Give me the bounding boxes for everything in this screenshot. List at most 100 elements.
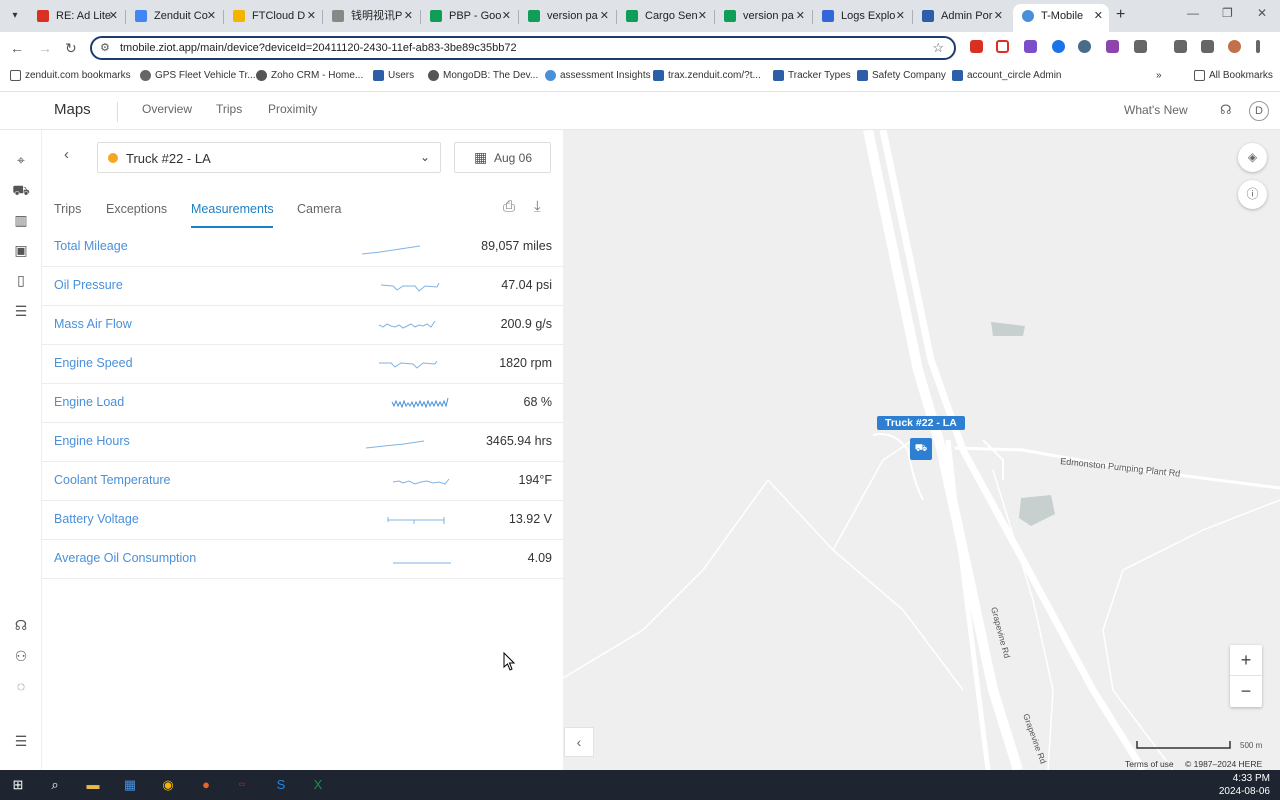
close-tab-icon[interactable]: ✕	[207, 4, 216, 28]
chat-icon[interactable]: ◌	[11, 676, 31, 696]
bookmark[interactable]: account_circle Admin	[952, 70, 1062, 81]
expand-menu-icon[interactable]: ☰	[11, 731, 31, 751]
back-arrow-icon[interactable]: ←	[10, 40, 24, 56]
extension-icon[interactable]	[1024, 40, 1037, 53]
new-tab-icon[interactable]: +	[1116, 6, 1125, 24]
search-icon[interactable]: ⌕	[45, 775, 65, 795]
bookmark[interactable]: Users	[373, 70, 414, 81]
file-explorer-icon[interactable]: ▬	[83, 775, 103, 795]
bookmark[interactable]: Safety Company	[857, 70, 946, 81]
browser-tab[interactable]: Logs Explo ✕	[813, 4, 911, 32]
close-tab-icon[interactable]: ✕	[109, 4, 118, 28]
restore-icon[interactable]: ❐	[1222, 6, 1233, 20]
measurement-name[interactable]: Average Oil Consumption	[54, 551, 196, 565]
download-icon[interactable]	[1201, 40, 1214, 53]
headset-icon[interactable]: ☊	[1220, 102, 1232, 118]
extension-icon[interactable]	[1078, 40, 1091, 53]
nav-proximity[interactable]: Proximity	[268, 102, 317, 116]
site-info-icon[interactable]: ⚙	[100, 41, 110, 54]
measurement-name[interactable]: Total Mileage	[54, 239, 128, 253]
measurement-name[interactable]: Oil Pressure	[54, 278, 123, 292]
nav-overview[interactable]: Overview	[142, 102, 192, 116]
info-icon[interactable]: ⓘ	[1238, 180, 1267, 209]
nav-trips[interactable]: Trips	[216, 102, 242, 116]
profile-avatar-icon[interactable]	[1228, 40, 1241, 53]
tab-measurements[interactable]: Measurements	[191, 202, 274, 216]
tab-camera[interactable]: Camera	[297, 202, 341, 216]
measurement-row[interactable]: Engine Hours 3465.94 hrs	[42, 423, 563, 462]
extension-icon[interactable]	[970, 40, 983, 53]
bookmark[interactable]: zenduit.com bookmarks	[10, 70, 131, 81]
browser-tab[interactable]: Cargo Sen ✕	[617, 4, 713, 32]
download-icon[interactable]: ⤓	[534, 198, 541, 215]
zoom-out-button[interactable]: −	[1230, 676, 1262, 707]
url-text[interactable]: tmobile.ziot.app/main/device?deviceId=20…	[120, 42, 517, 54]
avatar[interactable]: D	[1249, 101, 1269, 121]
users-icon[interactable]: ⚇	[11, 646, 31, 666]
reload-icon[interactable]: ↻	[65, 40, 77, 57]
back-chevron-icon[interactable]: ‹	[64, 146, 69, 163]
browser-tab[interactable]: 钱明视讯P ✕	[323, 4, 419, 32]
measurement-name[interactable]: Battery Voltage	[54, 512, 139, 526]
browser-tab[interactable]: Admin Por ✕	[913, 4, 1009, 32]
close-tab-icon[interactable]: ✕	[404, 4, 413, 28]
close-tab-icon[interactable]: ✕	[698, 4, 707, 28]
excel-icon[interactable]: X	[308, 775, 328, 795]
location-pin-icon[interactable]: ⌖	[11, 150, 31, 170]
browser-tab[interactable]: Zenduit Co ✕	[126, 4, 222, 32]
close-tab-icon[interactable]: ✕	[796, 4, 805, 28]
browser-tab-active[interactable]: T-Mobile ✕	[1013, 4, 1109, 32]
browser-tab[interactable]: PBP - Goo ✕	[421, 4, 517, 32]
minimize-icon[interactable]: —	[1187, 6, 1199, 20]
bar-chart-icon[interactable]: ▥	[11, 210, 31, 230]
app-icon[interactable]: ●	[196, 775, 216, 795]
measurement-row[interactable]: Engine Speed 1820 rpm	[42, 345, 563, 384]
bookmark[interactable]: Zoho CRM - Home...	[256, 70, 363, 81]
more-bookmarks-icon[interactable]: »	[1156, 70, 1162, 81]
system-clock[interactable]: 4:33 PM 2024-08-06	[1219, 772, 1270, 798]
layers-icon[interactable]: ◈	[1238, 143, 1267, 172]
measurement-name[interactable]: Mass Air Flow	[54, 317, 132, 331]
car-icon[interactable]: ⛟	[11, 180, 31, 200]
close-tab-icon[interactable]: ✕	[307, 4, 316, 28]
print-icon[interactable]: ⎙	[503, 198, 515, 215]
truck-marker-label[interactable]: Truck #22 - LA	[877, 416, 965, 430]
store-icon[interactable]: ▦	[120, 775, 140, 795]
app-icon[interactable]: ▭	[232, 775, 252, 795]
measurement-name[interactable]: Engine Speed	[54, 356, 133, 370]
map-view[interactable]: Edmonston Pumping Plant Rd Grapevine Rd …	[563, 130, 1280, 770]
browser-tab[interactable]: RE: Ad Lite ✕	[28, 4, 124, 32]
bookmark-star-icon[interactable]: ☆	[932, 40, 944, 56]
extensions-puzzle-icon[interactable]	[1134, 40, 1147, 53]
skype-icon[interactable]: S	[271, 775, 291, 795]
measurement-row[interactable]: Total Mileage 89,057 miles	[42, 228, 563, 267]
browser-menu-icon[interactable]	[1256, 40, 1260, 53]
whats-new-link[interactable]: What's New	[1124, 103, 1188, 117]
close-tab-icon[interactable]: ✕	[896, 4, 905, 28]
tab-exceptions[interactable]: Exceptions	[106, 202, 167, 216]
measurement-row[interactable]: Battery Voltage 13.92 V	[42, 501, 563, 540]
zoom-in-button[interactable]: +	[1230, 645, 1262, 676]
tab-trips[interactable]: Trips	[54, 202, 81, 216]
close-tab-icon[interactable]: ✕	[1094, 4, 1103, 28]
extension-icon[interactable]	[1052, 40, 1065, 53]
measurement-row[interactable]: Engine Load 68 %	[42, 384, 563, 423]
chrome-icon[interactable]: ◉	[158, 775, 178, 795]
bookmark[interactable]: assessment Insights	[545, 70, 651, 81]
tab-search-icon[interactable]: ▾	[6, 7, 24, 25]
forward-arrow-icon[interactable]: →	[38, 40, 52, 56]
close-window-icon[interactable]: ✕	[1257, 6, 1267, 20]
close-tab-icon[interactable]: ✕	[994, 4, 1003, 28]
briefcase-icon[interactable]: ▣	[11, 240, 31, 260]
measurement-name[interactable]: Engine Load	[54, 395, 124, 409]
reading-list-icon[interactable]	[1174, 40, 1187, 53]
device-selector[interactable]: Truck #22 - LA ⌄	[97, 142, 441, 173]
support-icon[interactable]: ☊	[11, 615, 31, 635]
close-tab-icon[interactable]: ✕	[600, 4, 609, 28]
url-field[interactable]: ⚙ tmobile.ziot.app/main/device?deviceId=…	[90, 36, 956, 60]
browser-tab[interactable]: FTCloud D ✕	[224, 4, 322, 32]
extension-icon[interactable]	[996, 40, 1009, 53]
browser-tab[interactable]: version pa ✕	[519, 4, 615, 32]
extension-icon[interactable]	[1106, 40, 1119, 53]
measurement-name[interactable]: Engine Hours	[54, 434, 130, 448]
